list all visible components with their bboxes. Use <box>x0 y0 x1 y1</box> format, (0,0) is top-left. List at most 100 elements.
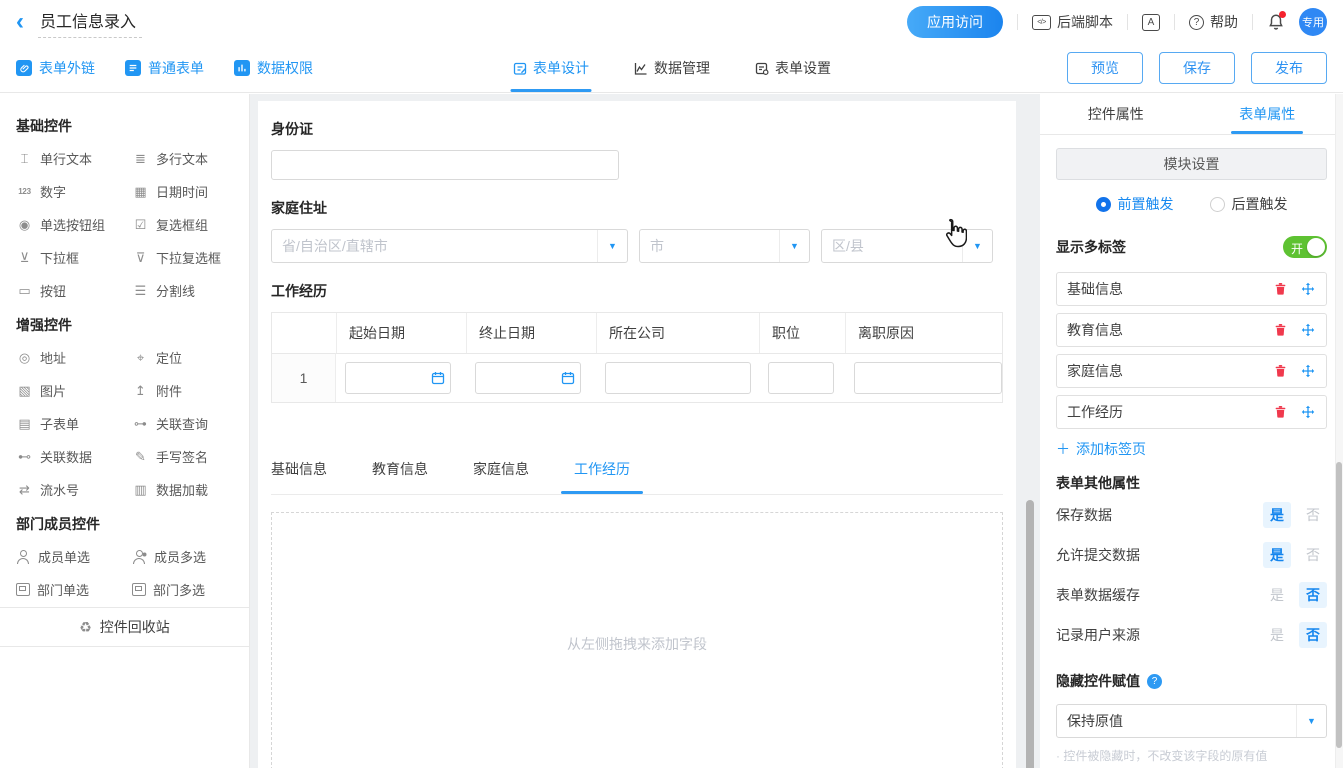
widget-single-line-text[interactable]: ⌶单行文本 <box>16 142 132 175</box>
widget-dept-multi[interactable]: 部门多选 <box>132 573 242 606</box>
help-circle-icon[interactable]: ? <box>1147 674 1162 689</box>
canvas-scrollbar[interactable] <box>1026 500 1034 768</box>
widget-button[interactable]: ▭按钮 <box>16 274 132 307</box>
page-title[interactable]: 员工信息录入 <box>38 6 142 38</box>
form-external-link[interactable]: 表单外链 <box>16 58 95 78</box>
publish-button[interactable]: 发布 <box>1251 52 1327 84</box>
app-access-button[interactable]: 应用访问 <box>907 6 1003 38</box>
tab-basic-info[interactable]: 基础信息 <box>271 459 327 494</box>
tab-education-info[interactable]: 教育信息 <box>372 459 428 494</box>
help-button[interactable]: ? 帮助 <box>1189 12 1238 32</box>
widget-member-multi[interactable]: 成员多选 <box>132 540 242 573</box>
district-select[interactable]: 区/县 ▼ <box>821 229 993 263</box>
form-canvas: 身份证 家庭住址 省/自治区/直辖市 ▼ 市 ▼ 区/县 ▼ 工作经历 起始日期… <box>258 101 1016 768</box>
province-select[interactable]: 省/自治区/直辖市 ▼ <box>271 229 628 263</box>
window-scrollbar-thumb[interactable] <box>1336 462 1342 748</box>
notification-bell-icon[interactable] <box>1267 13 1285 31</box>
widget-location[interactable]: ⌖定位 <box>132 341 242 374</box>
field-address[interactable]: 家庭住址 省/自治区/直辖市 ▼ 市 ▼ 区/县 ▼ <box>271 198 1003 263</box>
widget-datetime[interactable]: ▦日期时间 <box>132 175 242 208</box>
widget-subform[interactable]: ▤子表单 <box>16 407 132 440</box>
widget-image[interactable]: ▧图片 <box>16 374 132 407</box>
backend-script-button[interactable]: </> 后端脚本 <box>1032 12 1113 32</box>
widget-recycle-bin[interactable]: ♻ 控件回收站 <box>0 607 249 647</box>
idcard-input[interactable] <box>271 150 619 180</box>
city-select[interactable]: 市 ▼ <box>639 229 810 263</box>
normal-form-link[interactable]: 普通表单 <box>125 58 204 78</box>
leave-reason-input[interactable] <box>854 362 1002 394</box>
multi-tab-toggle[interactable]: 开 <box>1283 236 1327 258</box>
company-value[interactable] <box>606 363 750 393</box>
no-option[interactable]: 否 <box>1299 502 1327 528</box>
yes-option[interactable]: 是 <box>1263 622 1291 648</box>
position-value[interactable] <box>769 363 833 393</box>
radio-pre-trigger[interactable]: 前置触发 <box>1096 194 1174 214</box>
calendar-icon[interactable] <box>556 371 580 385</box>
widget-select[interactable]: ⊻下拉框 <box>16 241 132 274</box>
widget-address[interactable]: ◎地址 <box>16 341 132 374</box>
widget-linked-query[interactable]: ⊶关联查询 <box>132 407 242 440</box>
module-settings-button[interactable]: 模块设置 <box>1056 148 1327 180</box>
tab-data-manage[interactable]: 数据管理 <box>633 44 710 92</box>
canvas-tab-strip: 基础信息 教育信息 家庭信息 工作经历 <box>271 459 1003 495</box>
position-input[interactable] <box>768 362 834 394</box>
field-work-history[interactable]: 工作经历 起始日期 终止日期 所在公司 职位 离职原因 1 <box>271 281 1003 403</box>
save-button[interactable]: 保存 <box>1159 52 1235 84</box>
back-icon[interactable]: ‹ <box>16 12 24 32</box>
translate-icon[interactable]: A <box>1142 14 1160 31</box>
trash-icon[interactable] <box>1272 364 1288 378</box>
widget-divider[interactable]: ☰分割线 <box>132 274 242 307</box>
yes-option[interactable]: 是 <box>1263 582 1291 608</box>
tag-item-family[interactable]: 家庭信息 <box>1056 354 1327 388</box>
calendar-icon[interactable] <box>426 371 450 385</box>
widget-dept-single[interactable]: 部门单选 <box>16 573 132 606</box>
trash-icon[interactable] <box>1272 282 1288 296</box>
widget-label: 关联查询 <box>156 414 208 433</box>
tab-form-settings[interactable]: 表单设置 <box>754 44 831 92</box>
preview-button[interactable]: 预览 <box>1067 52 1143 84</box>
start-date-value[interactable] <box>346 363 426 393</box>
trash-icon[interactable] <box>1272 323 1288 337</box>
tab-widget-props[interactable]: 控件属性 <box>1040 94 1192 134</box>
move-icon[interactable] <box>1300 405 1316 419</box>
widget-data-load[interactable]: ▥数据加载 <box>132 473 242 506</box>
yes-option[interactable]: 是 <box>1263 502 1291 528</box>
no-option[interactable]: 否 <box>1299 582 1327 608</box>
move-icon[interactable] <box>1300 323 1316 337</box>
tab-work-history[interactable]: 工作经历 <box>574 459 630 494</box>
trash-icon[interactable] <box>1272 405 1288 419</box>
start-date-input[interactable] <box>345 362 451 394</box>
yes-option[interactable]: 是 <box>1263 542 1291 568</box>
widget-multi-select[interactable]: ⊽下拉复选框 <box>132 241 242 274</box>
end-date-input[interactable] <box>475 362 581 394</box>
move-icon[interactable] <box>1300 282 1316 296</box>
data-permission-link[interactable]: 数据权限 <box>234 58 313 78</box>
move-icon[interactable] <box>1300 364 1316 378</box>
widget-linked-data[interactable]: ⊷关联数据 <box>16 440 132 473</box>
end-date-value[interactable] <box>476 363 556 393</box>
hidden-assign-select[interactable]: 保持原值 ▼ <box>1056 704 1327 738</box>
no-option[interactable]: 否 <box>1299 542 1327 568</box>
widget-serial-number[interactable]: ⇄流水号 <box>16 473 132 506</box>
empty-drop-zone[interactable]: 从左侧拖拽来添加字段 <box>271 512 1003 768</box>
tab-form-design[interactable]: 表单设计 <box>512 44 589 92</box>
tab-family-info[interactable]: 家庭信息 <box>473 459 529 494</box>
widget-number[interactable]: 123数字 <box>16 175 132 208</box>
field-idcard[interactable]: 身份证 <box>271 119 1003 180</box>
widget-signature[interactable]: ✎手写签名 <box>132 440 242 473</box>
tag-item-education[interactable]: 教育信息 <box>1056 313 1327 347</box>
tag-item-work[interactable]: 工作经历 <box>1056 395 1327 429</box>
tag-item-basic[interactable]: 基础信息 <box>1056 272 1327 306</box>
tab-form-props[interactable]: 表单属性 <box>1192 94 1343 134</box>
widget-radio-group[interactable]: ◉单选按钮组 <box>16 208 132 241</box>
widget-checkbox-group[interactable]: ☑复选框组 <box>132 208 242 241</box>
company-input[interactable] <box>605 362 751 394</box>
radio-post-trigger[interactable]: 后置触发 <box>1210 194 1288 214</box>
widget-attachment[interactable]: ↥附件 <box>132 374 242 407</box>
no-option[interactable]: 否 <box>1299 622 1327 648</box>
widget-multi-line-text[interactable]: ≣多行文本 <box>132 142 242 175</box>
add-tab-link[interactable]: ＋ 添加标签页 <box>1056 439 1327 459</box>
widget-member-single[interactable]: 成员单选 <box>16 540 132 573</box>
avatar[interactable]: 专用 <box>1299 8 1327 36</box>
leave-reason-value[interactable] <box>855 363 1001 393</box>
